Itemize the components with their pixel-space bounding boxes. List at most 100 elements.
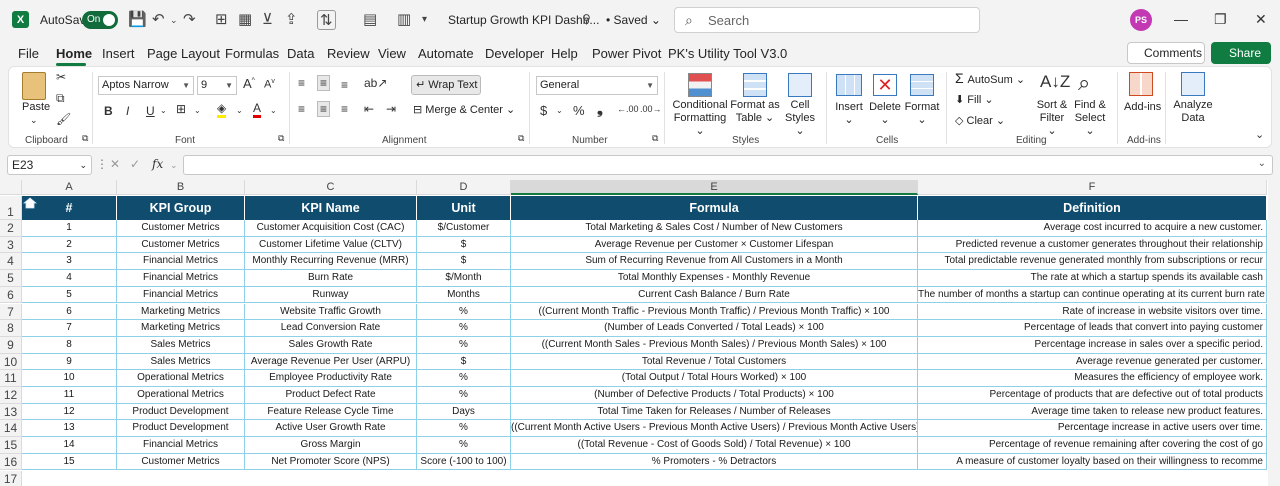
avatar[interactable]: PS — [1130, 9, 1152, 31]
row-header-14[interactable]: 14 — [0, 420, 22, 438]
increase-indent-icon[interactable]: ⇥ — [386, 102, 396, 116]
number-format-combo[interactable]: General ▼ — [536, 76, 658, 95]
row-header-12[interactable]: 12 — [0, 387, 22, 404]
tab-formulas[interactable]: Formulas — [225, 46, 279, 61]
cell-formula[interactable]: Total Marketing & Sales Cost / Number of… — [511, 220, 918, 237]
cell-kpi-group[interactable]: Customer Metrics — [117, 236, 245, 254]
alignment-launcher-icon[interactable]: ⧉ — [518, 133, 524, 144]
close-icon[interactable]: ✕ — [1255, 11, 1267, 28]
share-export-icon[interactable]: ⇪ — [285, 10, 298, 28]
add-ins-button[interactable]: Add-ins — [1124, 101, 1161, 114]
cell-kpi-group[interactable]: Marketing Metrics — [117, 320, 245, 337]
search-box[interactable]: ⌕ Search — [674, 7, 980, 33]
cell-formula[interactable]: (Number of Leads Converted / Total Leads… — [511, 320, 918, 337]
column-header-e[interactable]: E — [511, 180, 918, 195]
cell-kpi-name[interactable]: Employee Productivity Rate — [245, 370, 417, 387]
row-header-3[interactable]: 3 — [0, 236, 22, 254]
cell-kpi-group[interactable]: Operational Metrics — [117, 387, 245, 404]
function-dropdown-icon[interactable]: ⌄ — [170, 160, 178, 171]
font-name-combo[interactable]: Aptos Narrow ▼ — [98, 76, 194, 95]
cell-number[interactable]: 10 — [22, 370, 117, 387]
cell-styles-icon[interactable] — [788, 73, 812, 97]
cell-kpi-name[interactable]: Monthly Recurring Revenue (MRR) — [245, 253, 417, 271]
cell-formula[interactable]: Average Revenue per Customer × Customer … — [511, 236, 918, 254]
cell-number[interactable]: 9 — [22, 353, 117, 371]
cell-kpi-name[interactable]: Net Promoter Score (NPS) — [245, 453, 417, 471]
fill-color-icon[interactable]: ◈ — [217, 101, 227, 118]
cell-unit[interactable]: % — [417, 336, 511, 354]
share-button[interactable]: Share — [1211, 42, 1271, 64]
cut-icon[interactable]: ✂ — [56, 70, 66, 84]
add-ins-icon[interactable] — [1129, 72, 1153, 96]
cell-definition[interactable]: Percentage increase in sales over a spec… — [918, 336, 1267, 354]
cell-number[interactable]: 12 — [22, 403, 117, 421]
format-as-table-button[interactable]: Format as Table ⌄ — [730, 99, 780, 125]
number-format-icon[interactable]: ▤ — [363, 10, 377, 28]
cell-number[interactable]: 8 — [22, 336, 117, 354]
cell-number[interactable]: 13 — [22, 420, 117, 438]
name-box[interactable]: E23 ⌄ — [7, 155, 92, 175]
find-select-icon[interactable]: ⌕ — [1078, 70, 1090, 96]
paste-dropdown-icon[interactable]: ⌄ — [30, 114, 38, 127]
cell-number[interactable]: 1 — [22, 220, 117, 237]
row-header-2[interactable]: 2 — [0, 220, 22, 237]
cell-formula[interactable]: (Number of Defective Products / Total Pr… — [511, 387, 918, 404]
cell-definition[interactable]: Percentage of leads that convert into pa… — [918, 320, 1267, 337]
sort-filter-button[interactable]: Sort & Filter ⌄ — [1034, 99, 1070, 138]
bold-icon[interactable]: B — [104, 104, 113, 118]
autosave-toggle[interactable]: On — [82, 11, 118, 29]
cell-definition[interactable]: A measure of customer loyalty based on t… — [918, 453, 1267, 471]
select-all-corner[interactable] — [0, 180, 22, 195]
cell-styles-button[interactable]: Cell Styles ⌄ — [780, 99, 820, 138]
cell-kpi-group[interactable]: Customer Metrics — [117, 453, 245, 471]
fill-color-dropdown-icon[interactable]: ⌄ — [236, 106, 243, 115]
autosum-button[interactable]: Σ AutoSum ⌄ — [955, 71, 1025, 87]
cell-definition[interactable]: Percentage of revenue remaining after co… — [918, 437, 1267, 454]
cell-kpi-name[interactable]: Website Traffic Growth — [245, 303, 417, 321]
analyze-data-icon[interactable] — [1181, 72, 1205, 96]
cell-kpi-name[interactable]: Product Defect Rate — [245, 387, 417, 404]
increase-decimal-icon[interactable]: ←.00 — [617, 104, 639, 114]
cell-formula[interactable]: ((Current Month Active Users - Previous … — [511, 420, 918, 438]
collapse-ribbon-icon[interactable]: ⌄ — [1255, 128, 1264, 141]
home-icon[interactable] — [22, 197, 38, 209]
row-header-1[interactable]: 1 — [0, 196, 22, 220]
cell-kpi-group[interactable]: Product Development — [117, 420, 245, 438]
cell-unit[interactable]: Months — [417, 286, 511, 304]
cell-unit[interactable]: $ — [417, 253, 511, 271]
font-size-combo[interactable]: 9 ▼ — [197, 76, 237, 95]
column-header-c[interactable]: C — [245, 180, 417, 195]
find-select-button[interactable]: Find & Select ⌄ — [1072, 99, 1108, 138]
cell-number[interactable]: 6 — [22, 303, 117, 321]
tab-page-layout[interactable]: Page Layout — [147, 46, 220, 61]
insert-button[interactable]: Insert ⌄ — [833, 101, 865, 127]
cell-kpi-name[interactable]: Customer Acquisition Cost (CAC) — [245, 220, 417, 237]
insert-cells-icon[interactable] — [836, 74, 862, 96]
underline-icon[interactable]: U — [146, 104, 155, 118]
cell-number[interactable]: 14 — [22, 437, 117, 454]
cell-kpi-group[interactable]: Sales Metrics — [117, 336, 245, 354]
cell-unit[interactable]: $/Customer — [417, 220, 511, 237]
row-header-16[interactable]: 16 — [0, 453, 22, 471]
wrap-text-button[interactable]: ↵ Wrap Text — [411, 75, 481, 95]
tab-developer[interactable]: Developer — [485, 46, 544, 61]
borders-icon[interactable]: ⊞ — [215, 10, 228, 28]
comma-icon[interactable]: ❟ — [597, 101, 603, 118]
row-header-6[interactable]: 6 — [0, 286, 22, 304]
cell-formula[interactable]: (Total Output / Total Hours Worked) × 10… — [511, 370, 918, 387]
cell-formula[interactable]: Sum of Recurring Revenue from All Custom… — [511, 253, 918, 271]
cell-formula[interactable]: ((Current Month Traffic - Previous Month… — [511, 303, 918, 321]
row-header-17[interactable]: 17 — [0, 470, 22, 486]
font-launcher-icon[interactable]: ⧉ — [278, 133, 284, 144]
restore-icon[interactable]: ❐ — [1214, 11, 1227, 28]
underline-dropdown-icon[interactable]: ⌄ — [160, 106, 167, 115]
header-unit[interactable]: Unit — [417, 196, 511, 220]
cell-unit[interactable]: $/Month — [417, 270, 511, 287]
cell-number[interactable]: 2 — [22, 236, 117, 254]
row-header-13[interactable]: 13 — [0, 403, 22, 421]
customize-qat-icon[interactable]: ▾ — [422, 14, 427, 25]
cell-kpi-name[interactable]: Customer Lifetime Value (CLTV) — [245, 236, 417, 254]
format-cells-icon[interactable] — [910, 74, 934, 96]
cell-number[interactable]: 5 — [22, 286, 117, 304]
paste-button[interactable]: Paste — [22, 101, 50, 114]
